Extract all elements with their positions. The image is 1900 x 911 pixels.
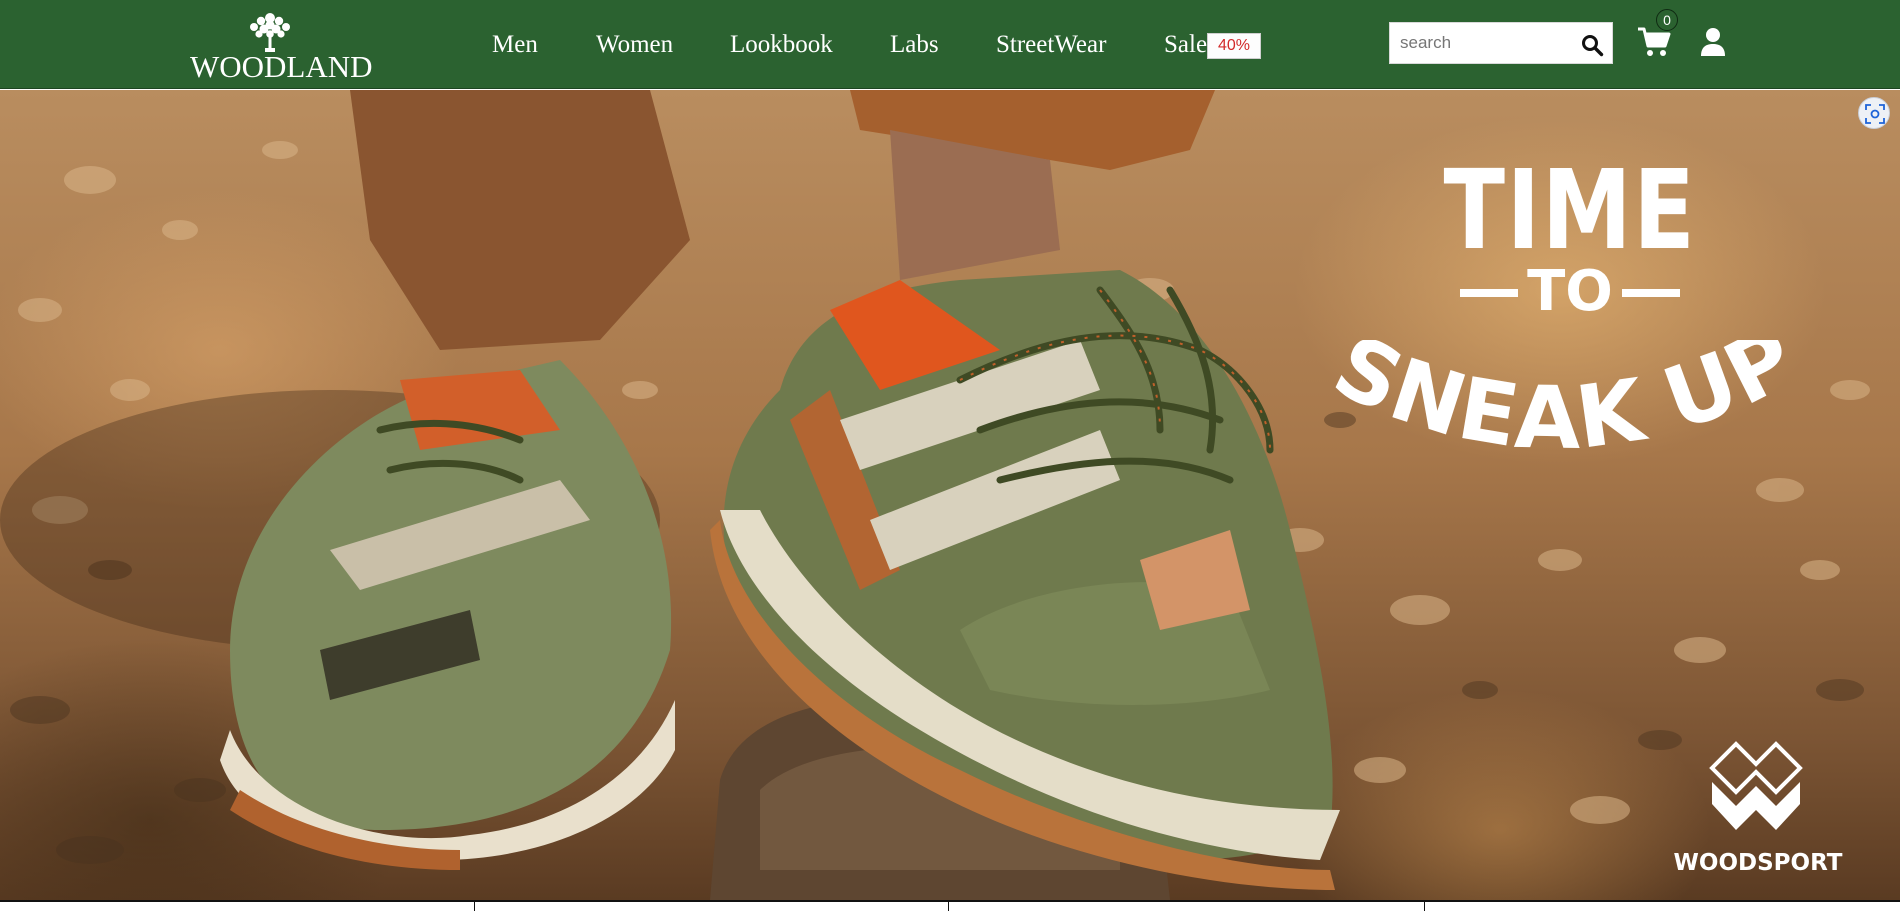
woodsport-logo-icon <box>1709 741 1803 830</box>
nav-link-men[interactable]: Men <box>492 28 538 62</box>
nav-link-lookbook[interactable]: Lookbook <box>730 28 833 62</box>
nav-link-women[interactable]: Women <box>596 28 673 62</box>
strip-divider <box>948 902 949 911</box>
cart-count-badge: 0 <box>1656 9 1678 31</box>
strip-divider <box>1424 902 1425 911</box>
svg-text:SNEAK UP: SNEAK UP <box>1319 340 1811 469</box>
tree-icon <box>250 13 290 52</box>
hero-headline: TIME TO SNEAK UP <box>1290 150 1850 490</box>
strip-divider <box>474 902 475 911</box>
hero-banner[interactable]: TIME TO SNEAK UP WOODSPORT <box>0 90 1900 900</box>
search-bar <box>1389 22 1613 64</box>
nav-link-sale[interactable]: Sale <box>1164 28 1207 62</box>
woodland-logo[interactable]: WOODLAND <box>190 8 373 84</box>
nav-link-labs[interactable]: Labs <box>890 28 939 62</box>
woodsport-brand-mark: WOODSPORT <box>1660 738 1856 880</box>
woodsport-brand-name: WOODSPORT <box>1673 850 1843 876</box>
top-navbar: WOODLAND Men Women Lookbook Labs StreetW… <box>0 0 1900 89</box>
user-icon[interactable] <box>1700 27 1726 57</box>
search-icon[interactable] <box>1580 33 1604 57</box>
headline-time: TIME <box>1443 146 1697 274</box>
search-input[interactable] <box>1390 23 1570 63</box>
image-expand-button[interactable] <box>1858 97 1890 129</box>
section-divider-strip <box>0 900 1900 911</box>
nav-link-streetwear[interactable]: StreetWear <box>996 28 1106 62</box>
headline-sneak-up: SNEAK UP <box>1319 340 1811 469</box>
scan-icon <box>1865 104 1885 124</box>
sale-discount-badge[interactable]: 40% <box>1207 33 1261 59</box>
headline-to: TO <box>1460 262 1680 322</box>
logo-text: WOODLAND <box>190 49 373 84</box>
